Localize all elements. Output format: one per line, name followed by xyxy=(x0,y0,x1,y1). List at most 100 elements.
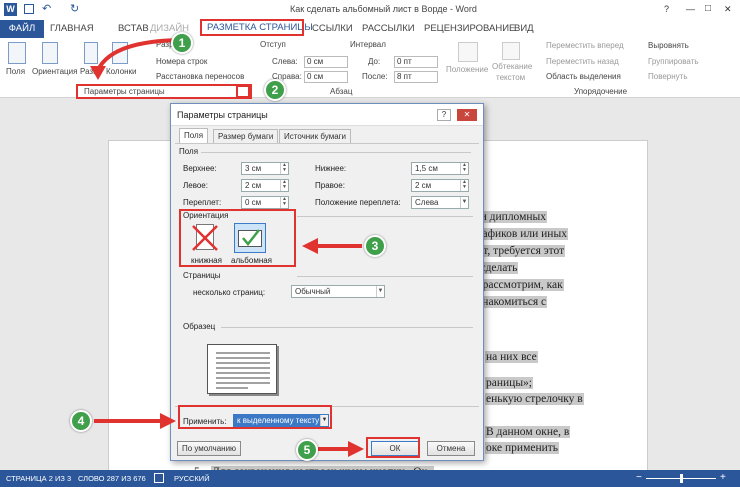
set-default-button[interactable]: По умолчанию xyxy=(177,441,241,456)
rotate-button[interactable]: Повернуть xyxy=(648,72,688,81)
top-margin-value: 3 см xyxy=(245,164,262,173)
hyphenation-button[interactable]: Расстановка переносов xyxy=(156,72,244,81)
tab-references[interactable]: ССЫЛКИ xyxy=(312,23,353,34)
spacing-before-input[interactable]: 0 пт xyxy=(394,56,438,68)
multiple-pages-value: Обычный xyxy=(295,287,331,296)
columns-icon[interactable] xyxy=(112,42,128,64)
position-icon[interactable] xyxy=(458,42,478,62)
chevron-down-icon[interactable]: ▼ xyxy=(376,286,384,297)
tab-review[interactable]: РЕЦЕНЗИРОВАНИЕ xyxy=(424,23,515,34)
multiple-pages-label: несколько страниц: xyxy=(193,288,266,297)
selection-pane-button[interactable]: Область выделения xyxy=(546,72,621,81)
left-margin-value: 2 см xyxy=(245,181,262,190)
dialog-tab-paper-size[interactable]: Размер бумаги xyxy=(213,129,279,143)
size-button[interactable]: Разм xyxy=(80,67,99,76)
tab-underline xyxy=(175,143,479,144)
spin-arrows-icon[interactable]: ▲ ▼ xyxy=(280,197,288,208)
status-language[interactable]: РУССКИЙ xyxy=(174,474,210,483)
size-icon[interactable] xyxy=(84,42,98,64)
spacing-after-input[interactable]: 8 пт xyxy=(394,71,438,83)
spacing-after-label: После: xyxy=(362,72,388,81)
step-marker-3: 3 xyxy=(364,235,386,257)
step-marker-2: 2 xyxy=(264,79,286,101)
orientation-button[interactable]: Ориентация xyxy=(32,67,77,76)
gutter-position-select[interactable]: Слева ▼ xyxy=(411,196,469,209)
indent-heading: Отступ xyxy=(260,40,286,49)
preview-page xyxy=(207,344,277,394)
margins-icon[interactable] xyxy=(8,42,26,64)
wrap-text-button[interactable]: Обтекание xyxy=(492,62,532,71)
tab-home[interactable]: ГЛАВНАЯ xyxy=(50,23,94,34)
right-margin-input[interactable]: 2 см ▲ ▼ xyxy=(411,179,469,192)
orientation-icon[interactable] xyxy=(42,42,58,64)
status-words[interactable]: СЛОВО 287 ИЗ 676 xyxy=(78,474,146,483)
zoom-in-icon[interactable]: + xyxy=(720,472,726,483)
close-icon[interactable]: ✕ xyxy=(724,4,732,15)
status-page[interactable]: СТРАНИЦА 2 ИЗ 3 xyxy=(6,474,71,483)
window-title: Как сделать альбомный лист в Ворде - Wor… xyxy=(290,4,477,14)
pages-section-label: Страницы xyxy=(183,271,221,280)
restore-icon[interactable]: □ xyxy=(705,3,711,14)
spin-arrows-icon[interactable]: ▲ ▼ xyxy=(460,180,468,191)
cancel-button[interactable]: Отмена xyxy=(427,441,475,456)
indent-left-label: Слева: xyxy=(272,57,298,66)
wrap-text-icon[interactable] xyxy=(502,42,520,60)
help-icon[interactable]: ? xyxy=(664,4,669,14)
top-margin-input[interactable]: 3 см ▲ ▼ xyxy=(241,162,289,175)
chevron-down-icon[interactable]: ▼ xyxy=(460,197,468,208)
gutter-value: 0 см xyxy=(245,198,262,207)
word-logo-icon[interactable]: W xyxy=(4,3,17,16)
multiple-pages-select[interactable]: Обычный ▼ xyxy=(291,285,385,298)
dialog-close-button[interactable]: ✕ xyxy=(457,109,477,121)
margins-button[interactable]: Поля xyxy=(6,67,25,76)
paragraph-group-label: Абзац xyxy=(330,87,353,96)
pages-separator xyxy=(297,276,473,277)
spin-arrows-icon[interactable]: ▲ ▼ xyxy=(280,180,288,191)
bottom-margin-input[interactable]: 1,5 см ▲ ▼ xyxy=(411,162,469,175)
position-button[interactable]: Положение xyxy=(446,65,488,74)
margins-section-label: Поля xyxy=(179,147,199,156)
preview-section-label: Образец xyxy=(183,322,216,331)
tab-file[interactable]: ФАЙЛ xyxy=(0,20,44,38)
undo-icon[interactable]: ↶ xyxy=(42,2,51,15)
proofing-icon[interactable] xyxy=(154,473,164,483)
doc-line: ы рассмотрим, как xyxy=(471,279,564,291)
highlight-ok-button xyxy=(366,437,420,458)
wrap-text-button-line2[interactable]: текстом xyxy=(496,73,525,82)
bottom-margin-value: 1,5 см xyxy=(415,164,438,173)
preview-lines-icon xyxy=(216,352,270,389)
step-marker-4: 4 xyxy=(70,410,92,432)
bottom-margin-label: Нижнее: xyxy=(315,164,347,173)
tab-mailings[interactable]: РАССЫЛКИ xyxy=(362,23,415,34)
spin-arrows-icon[interactable]: ▲ ▼ xyxy=(280,163,288,174)
right-margin-label: Правое: xyxy=(315,181,345,190)
preview-separator xyxy=(221,327,473,328)
group-button[interactable]: Группировать xyxy=(648,57,699,66)
tab-view[interactable]: ВИД xyxy=(514,23,534,34)
spin-arrows-icon[interactable]: ▲ ▼ xyxy=(460,163,468,174)
dialog-tab-paper-source[interactable]: Источник бумаги xyxy=(279,129,352,143)
step-marker-1: 1 xyxy=(171,32,193,54)
zoom-out-icon[interactable]: − xyxy=(636,472,642,483)
dialog-help-button[interactable]: ? xyxy=(437,109,451,121)
dialog-tab-margins[interactable]: Поля xyxy=(179,128,209,143)
highlight-orientation xyxy=(179,209,296,267)
align-button[interactable]: Выровнять xyxy=(648,41,689,50)
tab-insert[interactable]: ВСТАВ xyxy=(118,23,149,34)
send-backward-button[interactable]: Переместить назад xyxy=(546,57,619,66)
bring-forward-button[interactable]: Переместить вперед xyxy=(546,41,624,50)
indent-left-input[interactable]: 0 см xyxy=(304,56,348,68)
dialog-title-bar[interactable]: Параметры страницы ? ✕ xyxy=(171,104,483,126)
indent-right-input[interactable]: 0 см xyxy=(304,71,348,83)
doc-line: раницы»; xyxy=(485,377,533,389)
line-numbers-button[interactable]: Номера строк xyxy=(156,57,207,66)
redo-icon[interactable]: ↻ xyxy=(70,2,79,15)
minimize-icon[interactable]: — xyxy=(686,4,695,14)
left-margin-input[interactable]: 2 см ▲ ▼ xyxy=(241,179,289,192)
columns-button[interactable]: Колонки xyxy=(106,67,137,76)
save-icon[interactable] xyxy=(24,4,34,14)
zoom-slider-thumb[interactable] xyxy=(680,474,683,483)
gutter-input[interactable]: 0 см ▲ ▼ xyxy=(241,196,289,209)
gutter-position-value: Слева xyxy=(415,198,439,207)
doc-line: графиков или иных xyxy=(471,228,568,240)
